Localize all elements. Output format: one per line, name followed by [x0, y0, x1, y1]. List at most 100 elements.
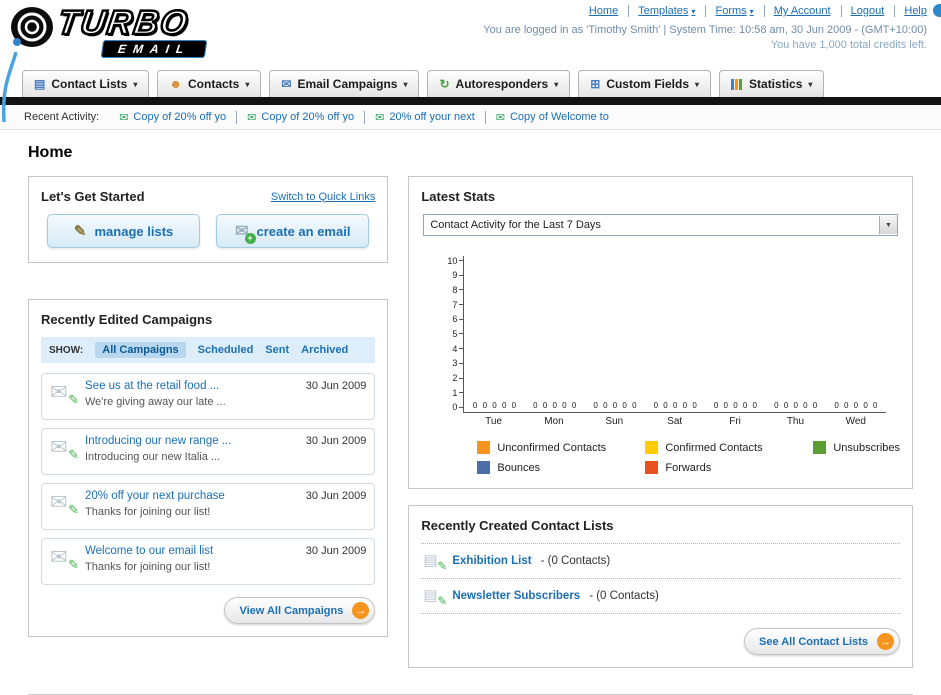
caret-down-icon: ▾ [403, 79, 408, 89]
switch-to-quick-links[interactable]: Switch to Quick Links [271, 191, 376, 203]
session-info: You are logged in as 'Timothy Smith' | S… [483, 24, 927, 36]
bar-value-labels: 0 0 0 0 0 [834, 401, 878, 410]
email-campaigns-icon: ✉ [281, 77, 292, 91]
contact-list-item: ▤ ✎ Exhibition List - (0 Contacts) [421, 544, 900, 579]
turbo-email-logo: TURBO EMAIL [10, 3, 208, 58]
recent-activity-item[interactable]: ✉ Copy of 20% off yo [237, 110, 366, 124]
header: TURBO EMAIL Home Templates ▾ Forms ▾ My Ac… [0, 0, 941, 123]
header-link-label: Templates [638, 5, 689, 17]
envelope-icon: ✉ [375, 111, 385, 124]
header-link-templates[interactable]: Templates ▾ [628, 5, 695, 17]
campaign-date: 30 Jun 2009 [305, 490, 367, 502]
manage-lists-button[interactable]: ✎ manage lists [47, 214, 201, 248]
legend-item: Confirmed Contacts [645, 441, 813, 454]
turbine-logo-icon [11, 7, 53, 47]
y-axis-tick: 8 [447, 285, 464, 295]
campaign-title-link[interactable]: 20% off your next purchase [85, 490, 297, 502]
header-link-label: Forms [715, 5, 747, 17]
x-axis-label: Fri [729, 416, 741, 427]
header-link-forms[interactable]: Forms ▾ [705, 5, 754, 17]
filter-archived[interactable]: Archived [301, 344, 348, 356]
edit-campaign-icon: ✉ ✎ [50, 435, 79, 462]
main-content: Home Let's Get Started Switch to Quick L… [0, 130, 941, 695]
caret-down-icon: ▾ [133, 79, 138, 89]
contact-list-name-link[interactable]: Exhibition List [452, 555, 531, 567]
see-all-contact-lists-button[interactable]: See All Contact Lists → [743, 628, 900, 655]
campaign-title-link[interactable]: Introducing our new range ... [85, 435, 297, 447]
campaign-title-link[interactable]: Welcome to our email list [85, 545, 297, 557]
bar-value-labels: 0 0 0 0 0 [472, 401, 517, 410]
nav-tab-contact-lists[interactable]: ▤ Contact Lists ▾ [22, 70, 150, 97]
recent-activity-bar: Recent Activity: ✉ Copy of 20% off yo ✉ … [0, 105, 941, 130]
corner-dot-decoration [933, 4, 941, 17]
header-link-help[interactable]: Help [894, 5, 927, 17]
contact-list-name-link[interactable]: Newsletter Subscribers [452, 590, 580, 602]
y-axis-tick: 3 [447, 358, 464, 368]
envelope-icon: ✉ [50, 436, 68, 459]
credits-info: You have 1,000 total credits left. [770, 39, 927, 51]
pencil-icon: ✎ [68, 447, 79, 462]
envelope-icon: ✉ [495, 111, 505, 124]
header-link-label: My Account [773, 5, 831, 17]
campaign-row: ✉ ✎ See us at the retail food ... We're g… [41, 373, 376, 420]
filter-all-campaigns[interactable]: All Campaigns [95, 342, 186, 358]
y-axis-tick: 0 [447, 402, 464, 412]
nav-tab-label: Autoresponders [455, 77, 549, 91]
header-link-label: Home [588, 5, 619, 17]
contact-list-count: - (0 Contacts) [540, 555, 611, 567]
legend-swatch [645, 441, 659, 454]
filter-scheduled[interactable]: Scheduled [198, 344, 254, 356]
recent-activity-item[interactable]: ✉ 20% off your next [365, 110, 486, 124]
view-all-campaigns-button[interactable]: View All Campaigns → [224, 597, 376, 624]
manage-lists-label: manage lists [94, 223, 174, 239]
bar-value-labels: 0 0 0 0 0 [774, 401, 818, 410]
nav-tab-autoresponders[interactable]: ↻ Autoresponders ▾ [427, 70, 571, 97]
y-axis-tick: 4 [447, 344, 464, 354]
recent-activity-item-label: 20% off your next [389, 111, 475, 123]
campaign-subtitle: We're giving away our late ... [85, 396, 226, 408]
nav-tab-email-campaigns[interactable]: ✉ Email Campaigns ▾ [269, 70, 420, 97]
envelope-plus-icon: ✉ + [235, 221, 256, 244]
nav-tab-contacts[interactable]: ☻ Contacts ▾ [157, 70, 262, 97]
caret-down-icon: ▾ [554, 79, 559, 89]
nav-tab-statistics[interactable]: Statistics ▾ [719, 70, 825, 97]
recent-activity-item[interactable]: ✉ Copy of Welcome to [486, 111, 619, 124]
envelope-icon: ✉ [119, 111, 129, 124]
header-right: Home Templates ▾ Forms ▾ My Account Logout… [483, 5, 927, 51]
envelope-icon: ✉ [50, 381, 68, 404]
edit-list-icon: ▤ ✎ [423, 587, 447, 608]
autoresponders-icon: ↻ [439, 77, 450, 91]
create-email-label: create an email [256, 223, 351, 239]
campaign-subtitle: Thanks for joining our list! [85, 506, 211, 518]
recent-activity-label: Recent Activity: [24, 111, 100, 123]
edit-campaign-icon: ✉ ✎ [50, 490, 79, 517]
custom-fields-icon: ⊞ [590, 77, 601, 91]
nav-tab-custom-fields[interactable]: ⊞ Custom Fields ▾ [578, 70, 712, 97]
bar-value-labels: 0 0 0 0 0 [593, 401, 637, 410]
recent-activity-item[interactable]: ✉ Copy of 20% off yo [109, 110, 238, 124]
create-email-button[interactable]: ✉ + create an email [216, 214, 370, 248]
legend-swatch [477, 441, 491, 454]
view-all-campaigns-label: View All Campaigns [239, 604, 344, 617]
caret-down-icon: ▾ [749, 6, 754, 16]
left-column: Let's Get Started Switch to Quick Links … [28, 176, 389, 637]
filter-sent[interactable]: Sent [265, 344, 289, 356]
list-card-icon: ▤ [423, 587, 438, 604]
recently-edited-campaigns-panel: Recently Edited Campaigns SHOW: All Camp… [28, 299, 389, 637]
statistics-icon [731, 78, 744, 90]
header-link-home[interactable]: Home [589, 5, 618, 17]
arrow-right-icon: → [352, 602, 370, 619]
campaign-date: 30 Jun 2009 [305, 435, 367, 447]
contact-lists-panel-title: Recently Created Contact Lists [421, 518, 614, 533]
legend-item: Unsubscribes [813, 441, 900, 454]
chart-value-labels: 0 0 0 0 0 0 0 0 0 0 0 0 0 0 0 0 0 0 0 0 0 0 … [464, 401, 886, 410]
campaign-title-link[interactable]: See us at the retail food ... [85, 380, 297, 392]
show-label: SHOW: [49, 344, 84, 356]
header-link-logout[interactable]: Logout [840, 5, 884, 17]
header-link-my-account[interactable]: My Account [763, 5, 831, 17]
pencil-icon: ✎ [437, 559, 448, 573]
campaign-filter-bar: SHOW: All Campaigns Scheduled Sent Archi… [41, 337, 376, 363]
recent-activity-item-label: Copy of 20% off yo [261, 111, 355, 123]
stats-period-select[interactable]: Contact Activity for the Last 7 Days ▼ [423, 214, 898, 236]
y-axis-tick: 5 [447, 329, 464, 339]
